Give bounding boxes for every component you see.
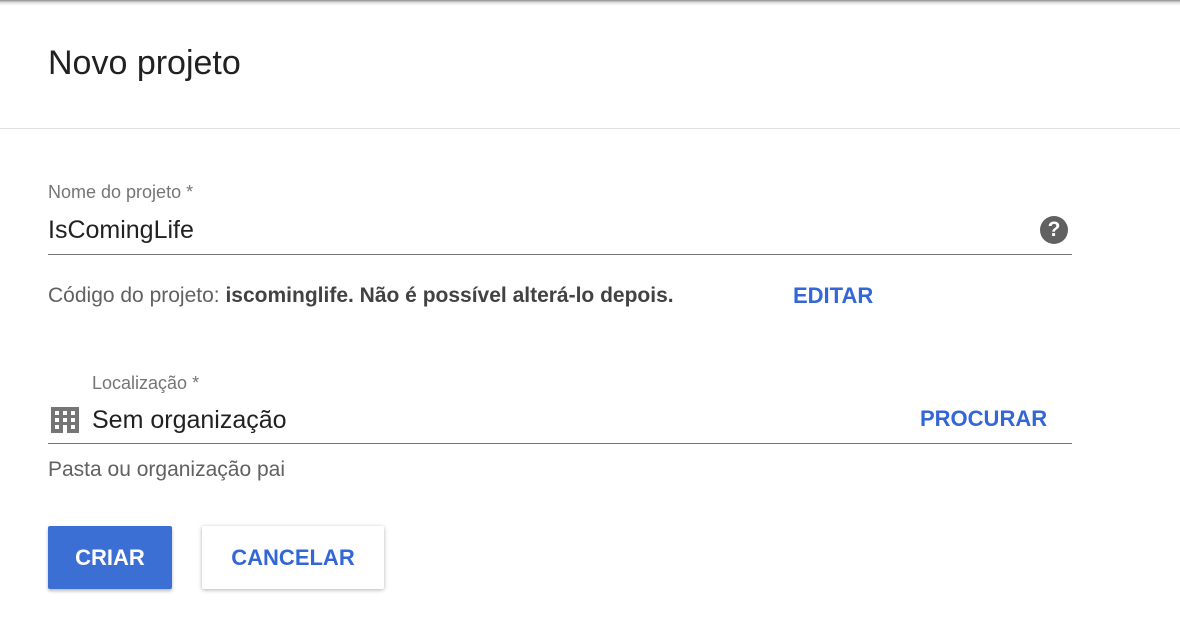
help-circle-icon[interactable]: ?: [1040, 216, 1068, 244]
create-button[interactable]: CRIAR: [48, 526, 172, 589]
project-code-prefix: Código do projeto:: [48, 284, 226, 307]
project-name-label: Nome do projeto *: [48, 182, 194, 202]
location-label: Localização *: [92, 373, 200, 393]
page-title: Novo projeto: [48, 44, 241, 82]
project-code-text: Código do projeto: iscominglife. Não é p…: [48, 283, 674, 309]
location-underline: [48, 443, 1072, 444]
project-code-suffix: . Não é possível alterá-lo depois.: [348, 284, 674, 307]
location-hint: Pasta ou organização pai: [48, 458, 285, 481]
browse-button[interactable]: PROCURAR: [920, 405, 1047, 433]
project-name-underline: [48, 254, 1072, 255]
project-name-input[interactable]: IsComingLife: [48, 214, 194, 246]
location-input[interactable]: Sem organização: [92, 404, 287, 436]
dialog-header: Novo projeto: [0, 0, 1180, 129]
building-icon: [51, 407, 79, 433]
new-project-dialog: Novo projeto Nome do projeto * IsComingL…: [0, 0, 1180, 630]
cancel-button[interactable]: CANCELAR: [202, 526, 384, 589]
edit-code-button[interactable]: EDITAR: [793, 282, 873, 310]
project-code-value: iscominglife: [225, 284, 348, 307]
